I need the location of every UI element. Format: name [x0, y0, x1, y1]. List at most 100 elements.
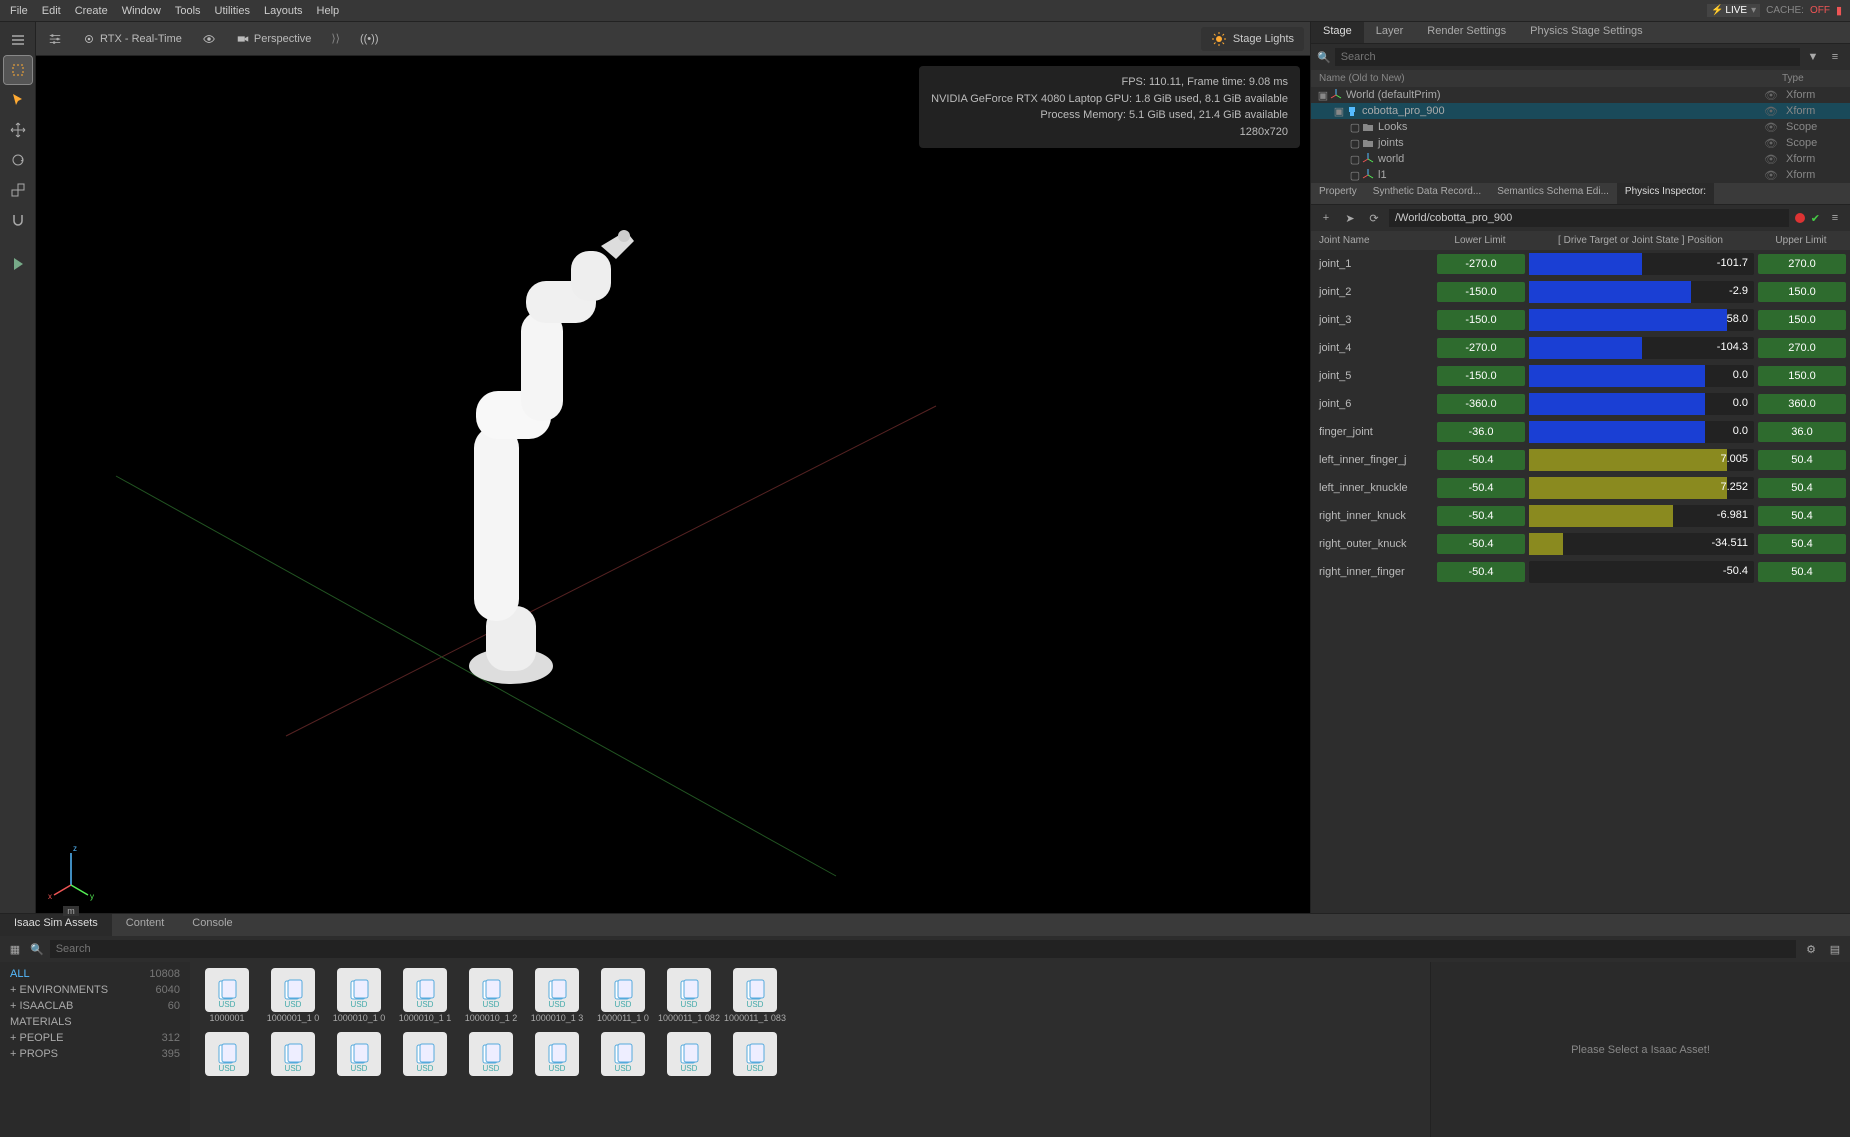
upper-limit[interactable]: 50.4	[1758, 450, 1846, 470]
upper-limit[interactable]: 50.4	[1758, 506, 1846, 526]
list-view-icon[interactable]: ▤	[1826, 940, 1844, 958]
move-icon[interactable]	[4, 116, 32, 144]
tree-row[interactable]: ▣World (defaultPrim)👁Xform	[1311, 87, 1850, 103]
tab-layer[interactable]: Layer	[1364, 22, 1416, 43]
joint-slider[interactable]: -6.981	[1529, 505, 1754, 527]
tree-row[interactable]: ▢joints👁Scope	[1311, 135, 1850, 151]
asset-item[interactable]: USD	[526, 1032, 588, 1078]
asset-item[interactable]: USD	[592, 1032, 654, 1078]
lower-limit[interactable]: -270.0	[1437, 254, 1525, 274]
asset-grid[interactable]: USD1000001USD1000001_1 0USD1000010_1 0US…	[190, 962, 1430, 1137]
prop-tab[interactable]: Property	[1311, 183, 1365, 204]
tab-physics-stage-settings[interactable]: Physics Stage Settings	[1518, 22, 1655, 43]
viewport-canvas[interactable]: FPS: 110.11, Frame time: 9.08 ms NVIDIA …	[36, 56, 1310, 913]
tree-row[interactable]: ▢world👁Xform	[1311, 151, 1850, 167]
snap-icon[interactable]	[4, 206, 32, 234]
asset-item[interactable]: USD1000011_1 083	[724, 968, 786, 1024]
lower-limit[interactable]: -50.4	[1437, 562, 1525, 582]
asset-category[interactable]: + PEOPLE312	[0, 1030, 190, 1046]
prop-tab[interactable]: Synthetic Data Record...	[1365, 183, 1489, 204]
upper-limit[interactable]: 50.4	[1758, 478, 1846, 498]
chevron-right-icon[interactable]: ⟩⟩	[325, 30, 346, 47]
asset-item[interactable]: USD	[724, 1032, 786, 1078]
tree-row[interactable]: ▢Looks👁Scope	[1311, 119, 1850, 135]
asset-category[interactable]: ALL10808	[0, 966, 190, 982]
upper-limit[interactable]: 270.0	[1758, 254, 1846, 274]
prop-tab[interactable]: Semantics Schema Edi...	[1489, 183, 1617, 204]
lower-limit[interactable]: -36.0	[1437, 422, 1525, 442]
menu-file[interactable]: File	[4, 3, 34, 19]
prop-tab[interactable]: Physics Inspector:	[1617, 183, 1714, 204]
joint-slider[interactable]: -34.511	[1529, 533, 1754, 555]
asset-item[interactable]: USD1000011_1 082	[658, 968, 720, 1024]
joint-slider[interactable]: 7.005	[1529, 449, 1754, 471]
live-indicator[interactable]: ⚡LIVE▾	[1707, 4, 1760, 17]
lower-limit[interactable]: -50.4	[1437, 534, 1525, 554]
asset-item[interactable]: USD1000001	[196, 968, 258, 1024]
asset-item[interactable]: USD1000010_1 2	[460, 968, 522, 1024]
asset-item[interactable]: USD	[196, 1032, 258, 1078]
tab-render-settings[interactable]: Render Settings	[1415, 22, 1518, 43]
upper-limit[interactable]: 150.0	[1758, 310, 1846, 330]
upper-limit[interactable]: 360.0	[1758, 394, 1846, 414]
lower-limit[interactable]: -150.0	[1437, 366, 1525, 386]
asset-search-input[interactable]	[50, 940, 1796, 958]
bottom-tab[interactable]: Console	[178, 914, 246, 936]
asset-item[interactable]: USD	[658, 1032, 720, 1078]
asset-category[interactable]: + ISAACLAB60	[0, 998, 190, 1014]
axis-gizmo[interactable]: z x y m	[46, 843, 96, 903]
asset-item[interactable]: USD	[262, 1032, 324, 1078]
asset-item[interactable]: USD	[328, 1032, 390, 1078]
menu-help[interactable]: Help	[311, 3, 346, 19]
check-icon[interactable]: ✔	[1811, 212, 1820, 225]
filter-icon[interactable]: ▼	[1804, 48, 1822, 66]
asset-item[interactable]: USD1000010_1 1	[394, 968, 456, 1024]
upper-limit[interactable]: 36.0	[1758, 422, 1846, 442]
renderer-dropdown[interactable]: RTX - Real-Time	[76, 30, 188, 48]
cursor-icon[interactable]: ➤	[1341, 209, 1359, 227]
upper-limit[interactable]: 270.0	[1758, 338, 1846, 358]
select-box-icon[interactable]	[4, 56, 32, 84]
menu-utilities[interactable]: Utilities	[209, 3, 256, 19]
lower-limit[interactable]: -270.0	[1437, 338, 1525, 358]
rotate-icon[interactable]	[4, 146, 32, 174]
bottom-tab[interactable]: Isaac Sim Assets	[0, 914, 112, 936]
vp-settings-icon[interactable]	[42, 30, 68, 48]
tree-row[interactable]: ▢l1👁Xform	[1311, 167, 1850, 183]
lower-limit[interactable]: -50.4	[1437, 506, 1525, 526]
upper-limit[interactable]: 150.0	[1758, 282, 1846, 302]
bottom-tab[interactable]: Content	[112, 914, 179, 936]
stage-search-input[interactable]	[1335, 48, 1800, 66]
lower-limit[interactable]: -50.4	[1437, 450, 1525, 470]
refresh-icon[interactable]: ⟳	[1365, 209, 1383, 227]
joint-slider[interactable]: -50.4	[1529, 561, 1754, 583]
scale-icon[interactable]	[4, 176, 32, 204]
hamburger-icon[interactable]	[4, 26, 32, 54]
menu-window[interactable]: Window	[116, 3, 167, 19]
asset-item[interactable]: USD1000001_1 0	[262, 968, 324, 1024]
cache-value[interactable]: OFF	[1810, 5, 1830, 16]
menu-create[interactable]: Create	[69, 3, 114, 19]
camera-dropdown[interactable]: Perspective	[230, 30, 317, 48]
joint-slider[interactable]: -2.9	[1529, 281, 1754, 303]
joint-slider[interactable]: -104.3	[1529, 337, 1754, 359]
gear-icon[interactable]: ⚙	[1802, 940, 1820, 958]
menu-icon[interactable]: ≡	[1826, 48, 1844, 66]
upper-limit[interactable]: 50.4	[1758, 562, 1846, 582]
tree-row[interactable]: ▣cobotta_pro_900👁Xform	[1311, 103, 1850, 119]
visibility-icon[interactable]	[196, 30, 222, 48]
tab-stage[interactable]: Stage	[1311, 22, 1364, 43]
upper-limit[interactable]: 50.4	[1758, 534, 1846, 554]
inspector-menu-icon[interactable]: ≡	[1826, 209, 1844, 227]
asset-category[interactable]: + PROPS395	[0, 1046, 190, 1062]
joint-slider[interactable]: 7.252	[1529, 477, 1754, 499]
lower-limit[interactable]: -150.0	[1437, 282, 1525, 302]
menu-layouts[interactable]: Layouts	[258, 3, 309, 19]
asset-item[interactable]: USD	[460, 1032, 522, 1078]
inspector-path-input[interactable]	[1389, 209, 1789, 227]
asset-item[interactable]: USD	[394, 1032, 456, 1078]
record-icon[interactable]	[1795, 213, 1805, 223]
asset-item[interactable]: USD1000010_1 3	[526, 968, 588, 1024]
play-icon[interactable]	[4, 250, 32, 278]
cursor-icon[interactable]	[4, 86, 32, 114]
